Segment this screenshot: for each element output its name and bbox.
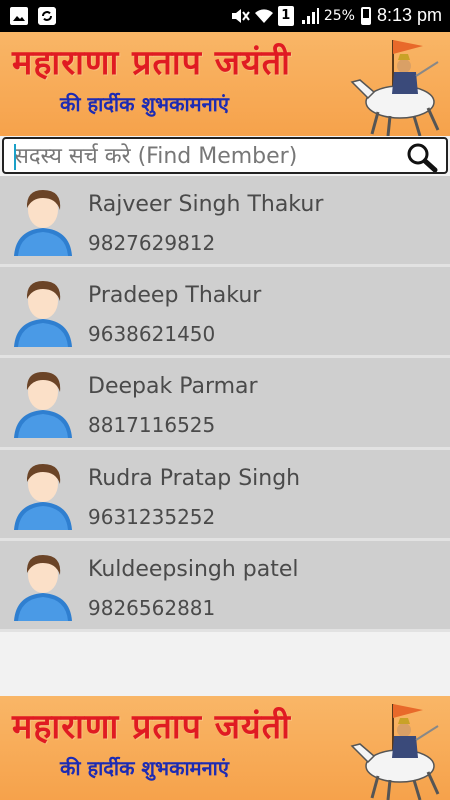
avatar-icon [10, 275, 76, 348]
avatar-icon [10, 366, 76, 439]
member-phone: 9826562881 [88, 595, 216, 620]
member-search-bar[interactable] [2, 137, 448, 174]
member-phone: 9631235252 [88, 504, 216, 529]
member-name: Kuldeepsingh patel [88, 556, 299, 582]
member-phone: 9827629812 [88, 231, 216, 255]
avatar-icon [10, 184, 76, 256]
sim-slot-icon: 1 [277, 5, 294, 26]
clock: 8:13 pm [376, 5, 442, 25]
notification-icons [10, 7, 56, 25]
avatar-icon [10, 458, 76, 530]
member-phone: 9638621450 [88, 322, 216, 347]
top-banner: महाराणा प्रताप जयंती की हार्दीक शुभकामना… [0, 32, 450, 136]
horse-rider-illustration [350, 40, 440, 136]
member-name: Pradeep Thakur [88, 283, 262, 309]
bottom-banner: महाराणा प्रताप जयंती की हार्दीक शुभकामना… [0, 696, 450, 800]
search-icon[interactable] [406, 142, 438, 172]
text-cursor [14, 144, 16, 170]
status-bar: 1 25% 8:13 pm [0, 0, 450, 32]
member-name: Rudra Pratap Singh [88, 465, 301, 491]
wifi-icon [254, 7, 273, 25]
member-row[interactable]: Pradeep Thakur 9638621450 [0, 267, 450, 359]
member-row[interactable]: Rudra Pratap Singh 9631235252 [0, 450, 450, 541]
system-status: 1 25% 8:13 pm [230, 5, 442, 26]
member-row[interactable]: Deepak Parmar 8817116525 [0, 358, 450, 450]
battery-icon [360, 6, 371, 25]
member-name: Rajveer Singh Thakur [88, 192, 324, 217]
member-name: Deepak Parmar [88, 374, 258, 400]
banner-subtitle: की हार्दीक शुभकामनाएं [60, 756, 229, 780]
signal-icon [300, 7, 319, 25]
mute-icon [230, 7, 250, 25]
member-list: Rajveer Singh Thakur 9827629812 Pradeep Th… [0, 176, 450, 632]
avatar-icon [10, 549, 76, 621]
gallery-notification-icon [10, 7, 28, 25]
sync-notification-icon [38, 7, 56, 25]
banner-title: महाराणा प्रताप जयंती [12, 707, 291, 747]
banner-title: महाराणा प्रताप जयंती [12, 43, 291, 83]
member-phone: 8817116525 [88, 413, 216, 438]
banner-subtitle: की हार्दीक शुभकामनाएं [60, 92, 229, 116]
member-row[interactable]: Kuldeepsingh patel 9826562881 [0, 541, 450, 632]
battery-percent: 25% [323, 7, 355, 24]
member-row[interactable]: Rajveer Singh Thakur 9827629812 [0, 176, 450, 268]
member-search-input[interactable] [14, 141, 404, 171]
horse-rider-illustration [350, 704, 440, 800]
